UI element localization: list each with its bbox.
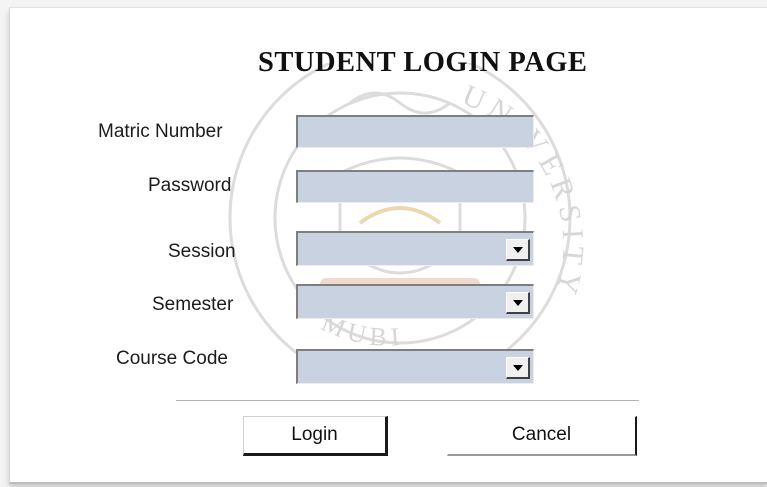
session-label: Session: [168, 241, 236, 262]
matric-number-input[interactable]: [298, 117, 533, 147]
chevron-down-icon: [513, 300, 523, 306]
matric-number-field-box: [296, 115, 534, 148]
session-dropdown-button[interactable]: [506, 239, 530, 261]
chevron-down-icon: [513, 365, 523, 371]
cancel-button[interactable]: Cancel: [447, 416, 637, 456]
password-field-box: [296, 170, 534, 203]
semester-dropdown-button[interactable]: [506, 292, 530, 314]
password-input[interactable]: [298, 172, 533, 202]
chevron-down-icon: [513, 247, 523, 253]
login-window: UNIVERSITY MUBI STUDENT LOGIN PAGE Matri…: [9, 7, 767, 484]
login-button[interactable]: Login: [243, 416, 388, 456]
course-code-dropdown-button[interactable]: [506, 357, 530, 379]
divider: [176, 400, 639, 402]
password-label: Password: [148, 175, 232, 196]
session-select[interactable]: [296, 231, 534, 266]
university-seal-watermark: UNIVERSITY MUBI: [228, 63, 584, 373]
course-code-label: Course Code: [116, 348, 228, 369]
matric-number-label: Matric Number: [98, 121, 223, 142]
page-title: STUDENT LOGIN PAGE: [258, 47, 588, 78]
semester-select[interactable]: [296, 284, 534, 319]
course-code-select[interactable]: [296, 349, 534, 384]
semester-label: Semester: [152, 294, 234, 315]
